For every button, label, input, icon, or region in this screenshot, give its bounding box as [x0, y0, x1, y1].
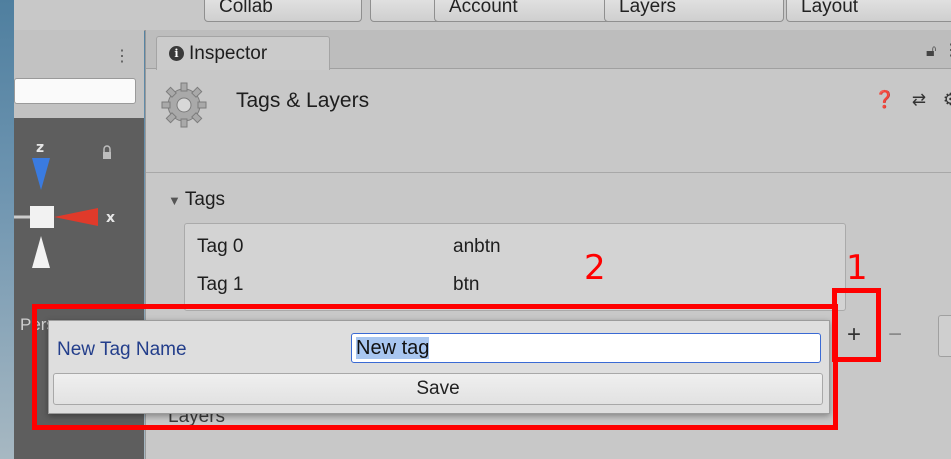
tags-list: Tag 0 anbtn Tag 1 btn	[184, 223, 846, 311]
tag-name: Tag 1	[197, 274, 244, 295]
tag-name: Tag 0	[197, 236, 244, 257]
header-action-icons[interactable]: ❓ ⇄ ⚙	[874, 90, 951, 110]
list-item[interactable]: Tag 1 btn	[197, 274, 479, 296]
annotation-box-1	[832, 288, 881, 362]
tags-section-header[interactable]: ▼ Tags	[168, 189, 225, 211]
collab-button[interactable]: Collab	[204, 0, 362, 22]
layout-label: Layout	[801, 0, 859, 17]
collab-label: Collab	[219, 0, 273, 17]
info-icon: i	[169, 46, 184, 61]
layout-dropdown[interactable]: Layout	[786, 0, 951, 22]
orientation-gizmo-icon[interactable]: z x	[14, 118, 144, 318]
main-toolbar: Collab Account Layers Layout	[14, 0, 951, 31]
tag-value: btn	[453, 274, 480, 295]
tags-section-label: Tags	[184, 189, 226, 210]
gizmo-x-label: x	[106, 210, 115, 226]
panel-menu-icon[interactable]: ⋮	[114, 46, 130, 66]
account-label: Account	[449, 0, 518, 17]
settings-gear-icon	[161, 82, 207, 128]
tag-value: anbtn	[453, 236, 501, 257]
foldout-icon: ▼	[168, 193, 181, 208]
annotation-label-2: 2	[584, 248, 606, 288]
remove-tag-button[interactable]: −	[878, 321, 912, 351]
asset-title: Tags & Layers	[236, 89, 370, 112]
annotation-box-2	[32, 304, 838, 430]
gizmo-z-label: z	[36, 140, 44, 156]
hierarchy-search-input[interactable]	[14, 78, 136, 104]
tab-inspector[interactable]: i Inspector	[156, 36, 330, 70]
account-dropdown[interactable]: Account	[434, 0, 612, 22]
list-item[interactable]: Tag 0 anbtn	[197, 236, 501, 258]
lock-icon[interactable]: 🔓︎	[926, 43, 936, 61]
scroll-edge	[938, 315, 951, 357]
inspector-tabbar: i Inspector 🔓︎ ⋮	[146, 30, 951, 70]
more-options-icon[interactable]: ⋮	[943, 40, 951, 60]
asset-header: Tags & Layers ❓ ⇄ ⚙	[146, 69, 951, 173]
annotation-label-1: 1	[846, 248, 868, 288]
tab-inspector-label: Inspector	[189, 43, 268, 64]
layers-label: Layers	[619, 0, 677, 17]
layers-dropdown[interactable]: Layers	[604, 0, 784, 22]
